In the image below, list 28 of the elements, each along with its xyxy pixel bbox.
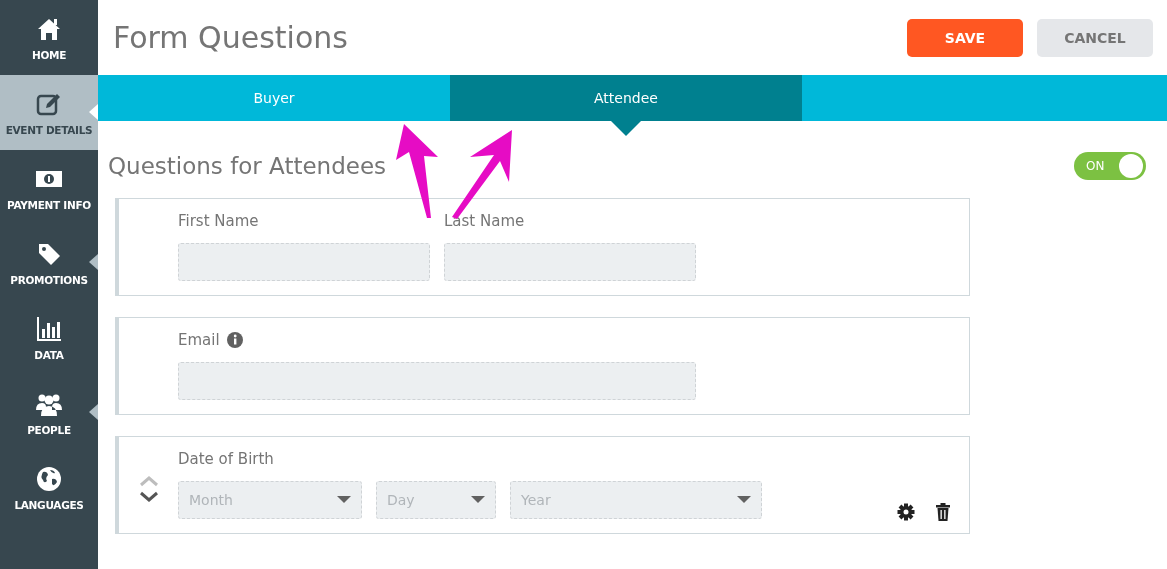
sidebar-item[interactable]: EVENT DETAILS bbox=[0, 75, 98, 150]
globe-icon bbox=[35, 464, 63, 493]
section-title: Questions for Attendees bbox=[108, 153, 388, 179]
sidebar-item[interactable]: PAYMENT INFO bbox=[0, 150, 98, 225]
sidebar-item[interactable]: LANGUAGES bbox=[0, 450, 98, 525]
caret-icon bbox=[737, 496, 751, 504]
caret-icon bbox=[337, 496, 351, 504]
tab-pointer-icon bbox=[611, 121, 641, 136]
sidebar-item[interactable]: PROMOTIONS bbox=[0, 225, 98, 300]
trash-icon[interactable] bbox=[935, 503, 951, 521]
chevron-down-icon[interactable] bbox=[138, 491, 159, 503]
info-icon[interactable] bbox=[225, 331, 244, 349]
field-label: Email bbox=[178, 331, 220, 349]
settings-icon[interactable] bbox=[897, 503, 915, 521]
field-label: Last Name bbox=[444, 212, 525, 230]
sidebar-item[interactable]: PEOPLE bbox=[0, 375, 98, 450]
input-field[interactable] bbox=[178, 362, 696, 400]
chart-icon bbox=[35, 314, 63, 343]
field-label: Date of Birth bbox=[178, 450, 274, 468]
save-button[interactable]: SAVE bbox=[907, 18, 1023, 57]
caret-icon bbox=[471, 496, 485, 504]
sidebar-item[interactable]: HOME bbox=[0, 0, 98, 75]
page-title: Form Questions bbox=[113, 20, 349, 55]
input-field[interactable] bbox=[444, 243, 696, 281]
input-field[interactable] bbox=[178, 243, 430, 281]
sidebar-item[interactable]: DATA bbox=[0, 300, 98, 375]
cancel-button[interactable]: CANCEL bbox=[1037, 18, 1153, 57]
field-label: First Name bbox=[178, 212, 259, 230]
